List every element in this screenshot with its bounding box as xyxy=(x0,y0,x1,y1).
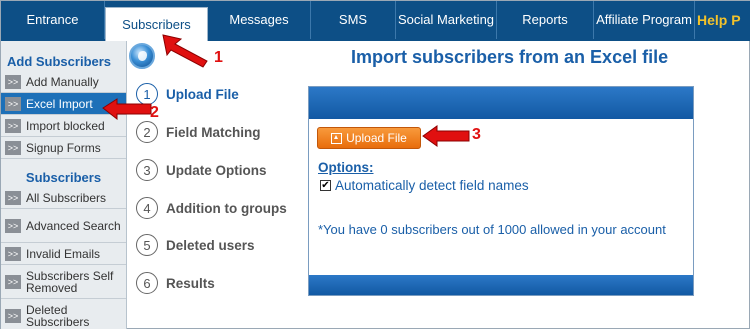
upload-panel: Upload File Options: ✔ Automatically det… xyxy=(308,86,694,296)
chevron-right-icon: >> xyxy=(5,246,21,261)
subscriber-limit-note: *You have 0 subscribers out of 1000 allo… xyxy=(318,222,666,237)
step-number: 2 xyxy=(136,121,158,143)
chevron-right-icon: >> xyxy=(5,274,21,289)
sidebar-item-label: Deleted Subscribers xyxy=(26,302,90,329)
step-number: 3 xyxy=(136,159,158,181)
nav-messages[interactable]: Messages xyxy=(208,1,311,39)
sidebar-item-label: Advanced Search xyxy=(26,218,121,233)
sidebar-item-label: Signup Forms xyxy=(26,140,101,155)
step-number: 4 xyxy=(136,197,158,219)
options-heading: Options: xyxy=(318,160,374,175)
step-results: 6 Results xyxy=(136,272,215,294)
panel-footer xyxy=(309,275,693,295)
auto-detect-label: Automatically detect field names xyxy=(335,178,529,193)
nav-affiliate-program[interactable]: Affiliate Program xyxy=(594,1,695,39)
annotation-arrow-2 xyxy=(102,98,152,121)
chevron-right-icon: >> xyxy=(5,218,21,233)
step-field-matching: 2 Field Matching xyxy=(136,121,261,143)
annotation-number-1: 1 xyxy=(214,49,223,66)
nav-reports[interactable]: Reports xyxy=(497,1,594,39)
sidebar-item-advanced-search[interactable]: >> Advanced Search xyxy=(1,209,126,243)
annotation-number-2: 2 xyxy=(150,104,159,121)
sidebar: Add Subscribers >> Add Manually >> Excel I… xyxy=(1,41,127,329)
sidebar-item-label: Import blocked xyxy=(26,118,105,133)
sidebar-item-label: Excel Import xyxy=(26,96,93,111)
step-update-options: 3 Update Options xyxy=(136,159,267,181)
annotation-number-3: 3 xyxy=(472,126,481,143)
sidebar-item-self-removed[interactable]: >> Subscribers Self Removed xyxy=(1,265,126,299)
step-label: Deleted users xyxy=(166,237,255,253)
step-label: Field Matching xyxy=(166,124,261,140)
sidebar-heading-add: Add Subscribers xyxy=(7,53,112,69)
panel-header xyxy=(309,87,693,119)
sidebar-heading-subscribers: Subscribers xyxy=(25,169,102,185)
step-label: Results xyxy=(166,275,215,291)
annotation-arrow-3 xyxy=(422,125,470,147)
sidebar-item-add-manually[interactable]: >> Add Manually xyxy=(1,71,126,93)
upload-file-label: Upload File xyxy=(346,131,407,145)
chevron-right-icon: >> xyxy=(5,140,21,155)
sidebar-item-label: All Subscribers xyxy=(26,190,107,205)
sidebar-item-invalid-emails[interactable]: >> Invalid Emails xyxy=(1,243,126,265)
step-number: 5 xyxy=(136,234,158,256)
chevron-right-icon: >> xyxy=(5,118,21,133)
sidebar-item-all-subscribers[interactable]: >> All Subscribers xyxy=(1,187,126,209)
sidebar-item-label: Invalid Emails xyxy=(26,246,101,261)
step-addition-to-groups: 4 Addition to groups xyxy=(136,197,287,219)
nav-sms[interactable]: SMS xyxy=(311,1,396,39)
step-deleted-users: 5 Deleted users xyxy=(136,234,255,256)
nav-entrance[interactable]: Entrance xyxy=(1,1,105,39)
sidebar-item-deleted-subscribers[interactable]: >> Deleted Subscribers xyxy=(1,299,126,329)
sidebar-item-label: Add Manually xyxy=(26,74,99,89)
nav-social-marketing[interactable]: Social Marketing xyxy=(396,1,497,39)
upload-file-button[interactable]: Upload File xyxy=(317,127,421,149)
top-nav: Entrance Subscribers Messages SMS Social… xyxy=(1,1,750,41)
sidebar-item-label: Subscribers Self Removed xyxy=(26,268,114,295)
step-number: 6 xyxy=(136,272,158,294)
page-title: Import subscribers from an Excel file xyxy=(351,47,669,67)
chevron-right-icon: >> xyxy=(5,96,21,111)
step-label: Update Options xyxy=(166,162,267,178)
chevron-right-icon: >> xyxy=(5,74,21,89)
sidebar-item-signup-forms[interactable]: >> Signup Forms xyxy=(1,137,126,159)
annotation-arrow-1 xyxy=(162,34,208,68)
globe-icon xyxy=(129,43,155,69)
auto-detect-checkbox[interactable]: ✔ xyxy=(320,180,331,191)
step-label: Upload File xyxy=(166,86,239,102)
auto-detect-option[interactable]: ✔ Automatically detect field names xyxy=(320,178,529,193)
step-label: Addition to groups xyxy=(166,200,287,216)
upload-icon xyxy=(331,132,343,144)
nav-help[interactable]: Help P xyxy=(697,1,750,39)
chevron-right-icon: >> xyxy=(5,190,21,205)
chevron-right-icon: >> xyxy=(5,308,21,323)
